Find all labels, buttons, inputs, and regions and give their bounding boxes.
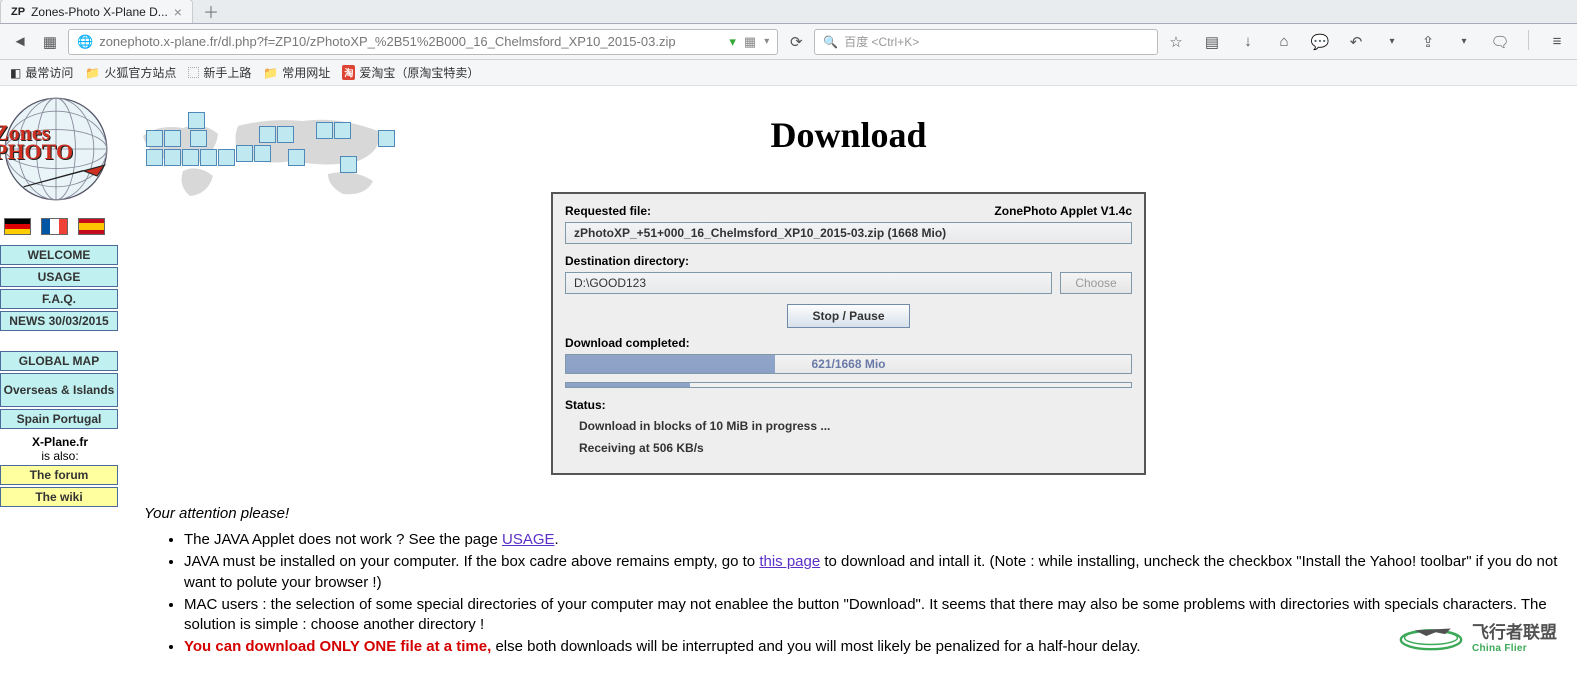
bookmark-aitaobao[interactable]: 淘爱淘宝（原淘宝特卖） <box>342 64 479 81</box>
back-button[interactable]: ◄ <box>8 30 32 54</box>
url-text: zonephoto.x-plane.fr/dl.php?f=ZP10/zPhot… <box>99 34 723 49</box>
menu-usage[interactable]: USAGE <box>0 267 118 287</box>
bookmark-icon: ◧ <box>10 66 21 80</box>
logo-text: ZonesPHOTO <box>0 124 73 161</box>
warning-text: You can download ONLY ONE file at a time… <box>184 638 491 655</box>
dest-dir-value: D:\GOOD123 <box>565 272 1052 294</box>
folder-icon: 📁 <box>263 66 278 80</box>
menu-global-map[interactable]: GLOBAL MAP <box>0 351 118 371</box>
progress-text: 621/1668 Mio <box>566 355 1131 373</box>
taobao-icon: 淘 <box>342 65 355 80</box>
dest-dir-label: Destination directory: <box>565 254 1132 268</box>
tab-title: Zones-Photo X-Plane D... <box>31 5 168 19</box>
undo-icon[interactable]: ↶ <box>1344 30 1368 54</box>
shield-icon[interactable]: ▾ <box>729 34 736 50</box>
comment-icon[interactable]: 🗨 <box>1488 30 1512 54</box>
star-icon[interactable]: ☆ <box>1164 30 1188 54</box>
download-applet: Requested file: ZonePhoto Applet V1.4c z… <box>551 192 1146 475</box>
menu-faq[interactable]: F.A.Q. <box>0 289 118 309</box>
menu-news[interactable]: NEWS 30/03/2015 <box>0 311 118 331</box>
flag-de[interactable] <box>4 218 31 235</box>
bookmark-common[interactable]: 📁常用网址 <box>263 64 330 81</box>
search-icon: 🔍 <box>823 35 838 49</box>
list-item: You can download ONLY ONE file at a time… <box>184 637 1561 657</box>
search-placeholder: 百度 <Ctrl+K> <box>844 33 919 50</box>
reload-button[interactable]: ⟳ <box>784 30 808 54</box>
list-item: MAC users : the selection of some specia… <box>184 595 1561 636</box>
close-tab-icon[interactable]: × <box>174 4 182 20</box>
list-item: JAVA must be installed on your computer.… <box>184 552 1561 593</box>
java-link[interactable]: this page <box>759 553 820 570</box>
flag-fr[interactable] <box>41 218 68 235</box>
menu-overseas[interactable]: Overseas & Islands <box>0 373 118 407</box>
chat-icon[interactable]: 💬 <box>1308 30 1332 54</box>
list-item: The JAVA Applet does not work ? See the … <box>184 530 1561 550</box>
sidebar: ZonesPHOTO WELCOME USAGE F.A.Q. NEWS 30/… <box>0 86 120 660</box>
bookmark-bar: ◧最常访问 📁火狐官方站点 新手上路 📁常用网址 淘爱淘宝（原淘宝特卖） <box>0 60 1577 86</box>
tab-strip: ZP Zones-Photo X-Plane D... × ＋ <box>0 0 1577 24</box>
page-icon <box>188 67 199 78</box>
instructions-list: The JAVA Applet does not work ? See the … <box>184 530 1561 658</box>
qr-icon[interactable]: ▦ <box>744 34 756 50</box>
status-label: Status: <box>565 398 1132 412</box>
undo-dropdown-icon[interactable]: ▾ <box>1380 30 1404 54</box>
also-label: X-Plane.fr is also: <box>0 435 120 463</box>
menu-spain[interactable]: Spain Portugal <box>0 409 118 429</box>
menu-wiki[interactable]: The wiki <box>0 487 118 507</box>
url-bar[interactable]: 🌐 zonephoto.x-plane.fr/dl.php?f=ZP10/zPh… <box>68 29 778 55</box>
new-tab-button[interactable]: ＋ <box>193 0 229 23</box>
menu-welcome[interactable]: WELCOME <box>0 245 118 265</box>
hamburger-menu-icon[interactable]: ≡ <box>1545 30 1569 54</box>
usage-link[interactable]: USAGE <box>502 531 555 548</box>
browser-nav-row: ◄ ▦ 🌐 zonephoto.x-plane.fr/dl.php?f=ZP10… <box>0 24 1577 60</box>
bookmark-firefox[interactable]: 📁火狐官方站点 <box>85 64 176 81</box>
reader-icon[interactable]: ▤ <box>1200 30 1224 54</box>
requested-file-box: zPhotoXP_+51+000_16_Chelmsford_XP10_2015… <box>565 222 1132 244</box>
status-line-1: Download in blocks of 10 MiB in progress… <box>579 416 1132 438</box>
browser-tab[interactable]: ZP Zones-Photo X-Plane D... × <box>0 0 193 23</box>
share-dropdown-icon[interactable]: ▾ <box>1452 30 1476 54</box>
requested-file-label: Requested file: <box>565 204 651 218</box>
tab-favicon-icon: ZP <box>11 6 25 18</box>
language-flags <box>0 214 120 245</box>
attention-heading: Your attention please! <box>144 505 1561 522</box>
download-completed-label: Download completed: <box>565 336 1132 350</box>
status-line-2: Receiving at 506 KB/s <box>579 438 1132 460</box>
downloads-icon[interactable]: ↓ <box>1236 30 1260 54</box>
site-logo[interactable]: ZonesPHOTO <box>0 90 112 208</box>
globe-icon: 🌐 <box>77 34 93 50</box>
search-bar[interactable]: 🔍 百度 <Ctrl+K> <box>814 29 1158 55</box>
world-map <box>128 106 398 216</box>
folder-icon: 📁 <box>85 66 100 80</box>
main-progress-bar: 621/1668 Mio <box>565 354 1132 374</box>
toolbar-divider <box>1528 30 1529 50</box>
applet-version: ZonePhoto Applet V1.4c <box>994 204 1132 218</box>
share-icon[interactable]: ⇪ <box>1416 30 1440 54</box>
dropdown-icon[interactable]: ▾ <box>764 36 769 47</box>
nav-menu: WELCOME USAGE F.A.Q. NEWS 30/03/2015 GLO… <box>0 245 120 429</box>
stop-pause-button[interactable]: Stop / Pause <box>787 304 909 328</box>
choose-button[interactable]: Choose <box>1060 272 1132 294</box>
tab-groups-icon[interactable]: ▦ <box>38 30 62 54</box>
block-progress-bar <box>565 382 1132 388</box>
bookmark-most-visited[interactable]: ◧最常访问 <box>10 64 73 81</box>
bookmark-getting-started[interactable]: 新手上路 <box>188 64 251 81</box>
menu-forum[interactable]: The forum <box>0 465 118 485</box>
home-icon[interactable]: ⌂ <box>1272 30 1296 54</box>
flag-es[interactable] <box>78 218 105 235</box>
